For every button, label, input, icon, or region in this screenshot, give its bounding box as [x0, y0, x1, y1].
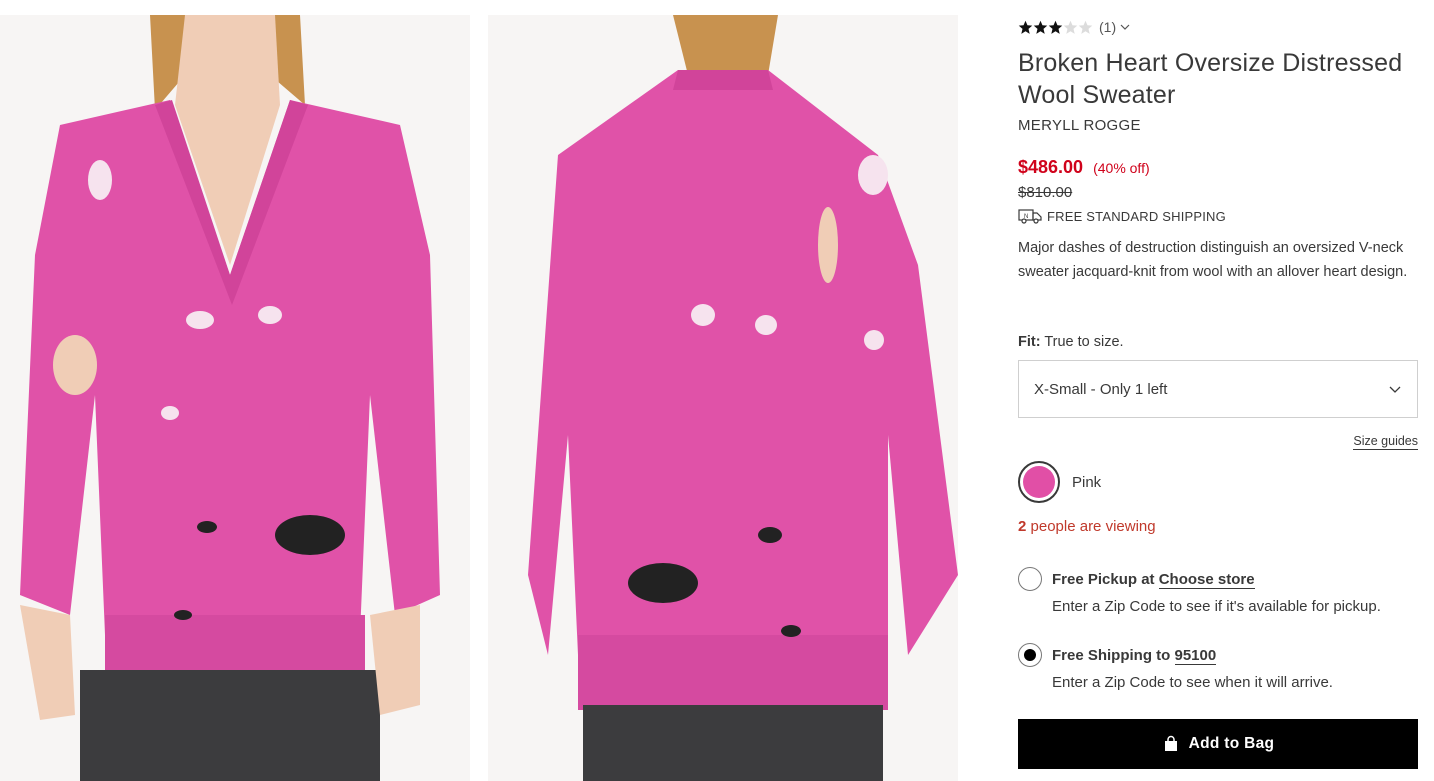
product-title: Broken Heart Oversize Distressed Wool Sw… — [1018, 49, 1403, 109]
color-name: Pink — [1072, 473, 1102, 491]
svg-text:N: N — [1024, 214, 1028, 220]
product-image-front[interactable] — [0, 15, 470, 781]
star-filled-icon — [1033, 20, 1048, 35]
add-to-bag-label: Add to Bag — [1188, 735, 1275, 752]
fit-value: True to size. — [1044, 334, 1124, 350]
shipping-label: Free Shipping to 95100 — [1052, 647, 1217, 665]
size-select-value: X-Small - Only 1 left — [1034, 380, 1168, 398]
chevron-down-icon — [1120, 24, 1130, 30]
shipping-radio[interactable] — [1018, 643, 1042, 667]
review-count: (1) — [1099, 19, 1117, 35]
product-gallery — [0, 0, 1000, 781]
star-filled-icon — [1048, 20, 1063, 35]
brand-name[interactable]: MERYLL ROGGE — [1018, 117, 1141, 134]
star-rating — [1018, 20, 1093, 35]
chevron-down-icon — [1389, 386, 1401, 393]
product-info-panel: (1) Broken Heart Oversize Distressed Woo… — [1018, 0, 1418, 781]
pickup-prefix: Free Pickup at — [1052, 571, 1159, 588]
pickup-label: Free Pickup at Choose store — [1052, 571, 1255, 589]
sale-price: $486.00 — [1018, 157, 1084, 177]
star-empty-icon — [1063, 20, 1078, 35]
price-row: $486.00 (40% off) — [1018, 157, 1150, 178]
color-swatch-pink[interactable] — [1018, 461, 1060, 503]
swatch-fill — [1023, 466, 1055, 498]
add-to-bag-button[interactable]: Add to Bag — [1018, 719, 1418, 769]
size-guides-link[interactable]: Size guides — [1353, 434, 1418, 450]
viewers-text: people are viewing — [1026, 518, 1156, 535]
original-price: $810.00 — [1018, 184, 1073, 201]
star-empty-icon — [1078, 20, 1093, 35]
shipping-prefix: Free Shipping to — [1052, 647, 1175, 664]
choose-store-link[interactable]: Choose store — [1158, 571, 1255, 589]
rating-summary[interactable]: (1) — [1018, 18, 1130, 36]
pickup-radio[interactable] — [1018, 567, 1042, 591]
viewers-count: 2 people are viewing — [1018, 518, 1156, 535]
shipping-badge-text: FREE STANDARD SHIPPING — [1047, 208, 1226, 224]
discount-percent: (40% off) — [1093, 160, 1150, 176]
shopping-bag-icon — [1162, 735, 1180, 753]
truck-icon: N — [1018, 208, 1042, 224]
shipping-subtext: Enter a Zip Code to see when it will arr… — [1052, 674, 1333, 691]
size-select[interactable]: X-Small - Only 1 left — [1018, 360, 1418, 418]
star-filled-icon — [1018, 20, 1033, 35]
free-shipping-badge: N FREE STANDARD SHIPPING — [1018, 208, 1226, 224]
zip-code-link[interactable]: 95100 — [1174, 647, 1217, 665]
product-image-back[interactable] — [488, 15, 958, 781]
fit-info: Fit: True to size. — [1018, 334, 1124, 350]
product-description: Major dashes of destruction distinguish … — [1018, 240, 1408, 280]
fit-label: Fit: — [1018, 334, 1041, 350]
color-selector: Pink — [1018, 461, 1101, 503]
pickup-subtext: Enter a Zip Code to see if it's availabl… — [1052, 598, 1381, 615]
